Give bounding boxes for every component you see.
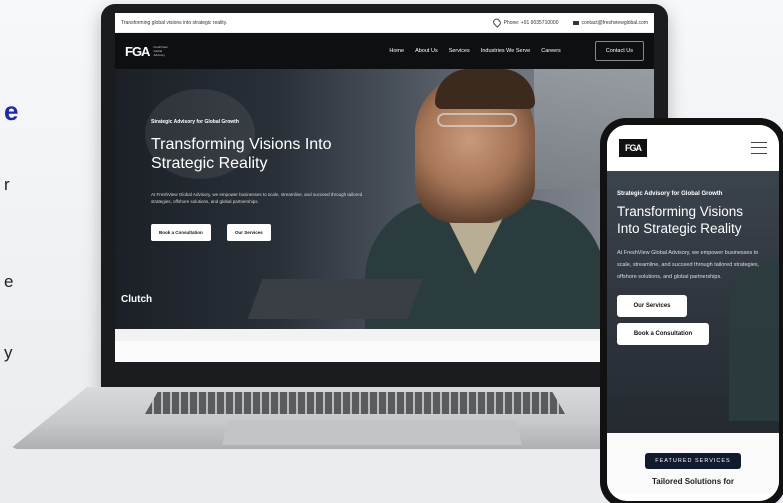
left-text-fragment: e — [4, 272, 14, 291]
mobile-hero: Strategic Advisory for Global Growth Tra… — [607, 171, 779, 433]
mockup-stage: e r e y Transforming global visions into… — [0, 0, 783, 503]
email-info[interactable]: contact@freshviewglobal.com — [572, 19, 649, 26]
nav-item-about-us[interactable]: About Us — [415, 48, 438, 54]
hero-title: Transforming Visions Into Strategic Real… — [151, 136, 332, 172]
laptop-keyboard — [145, 392, 565, 414]
left-heading-fragment: e — [4, 96, 19, 126]
featured-services-section: FEATURED SERVICES Tailored Solutions for — [607, 433, 779, 493]
topbar-tagline: Transforming global visions into strateg… — [121, 19, 228, 26]
mobile-navbar: FGA — [607, 125, 779, 171]
clutch-logo[interactable]: Clutch — [121, 294, 152, 305]
our-services-button[interactable]: Our Services — [227, 224, 271, 241]
site-logo[interactable]: FGA FreshView Global Advisory — [125, 44, 171, 59]
laptop-trackpad — [222, 420, 522, 445]
laptop-screen: Transforming global visions into strateg… — [115, 13, 654, 362]
hero-description: At FreshView Global Advisory, we empower… — [151, 192, 363, 204]
nav-menu: Home About Us Services Industries We Ser… — [389, 48, 560, 54]
hero-person-hair — [435, 69, 535, 109]
phone-icon — [491, 17, 502, 28]
phone-text: Phone: +91 9035710000 — [503, 19, 559, 26]
hero-eyebrow: Strategic Advisory for Global Growth — [151, 119, 239, 125]
mobile-hero-person — [729, 261, 779, 421]
nav-item-industries[interactable]: Industries We Serve — [481, 48, 530, 54]
contact-us-button[interactable]: Contact Us — [594, 41, 644, 61]
email-text: contact@freshviewglobal.com — [581, 19, 649, 26]
top-info-bar: Transforming global visions into strateg… — [115, 13, 654, 33]
hamburger-menu-icon[interactable] — [751, 142, 767, 154]
mail-icon — [572, 20, 579, 25]
logo-mark: FGA — [125, 43, 150, 59]
mobile-our-services-button[interactable]: Our Services — [617, 295, 687, 317]
page-lower-strip — [115, 341, 654, 362]
nav-item-home[interactable]: Home — [389, 48, 404, 54]
nav-item-careers[interactable]: Careers — [541, 48, 561, 54]
hero-laptop-image — [247, 279, 423, 319]
mobile-hero-description: At FreshView Global Advisory, we empower… — [617, 250, 760, 280]
logo-subtitle: FreshView Global Advisory — [153, 45, 168, 57]
nav-item-services[interactable]: Services — [449, 48, 470, 54]
mobile-logo[interactable]: FGA — [619, 139, 647, 157]
mobile-hero-eyebrow: Strategic Advisory for Global Growth — [617, 191, 723, 197]
mobile-hero-title: Transforming Visions Into Strategic Real… — [617, 204, 744, 236]
mobile-book-consultation-button[interactable]: Book a Consultation — [617, 323, 709, 345]
laptop-lid: Transforming global visions into strateg… — [101, 4, 668, 392]
book-consultation-button[interactable]: Book a Consultation — [151, 224, 211, 241]
featured-services-badge: FEATURED SERVICES — [645, 453, 741, 469]
section-title: Tailored Solutions for — [651, 477, 735, 486]
left-text-fragment: y — [4, 343, 13, 362]
phone-screen: FGA Strategic Advisory for Global Growth… — [607, 125, 779, 501]
phone-frame: FGA Strategic Advisory for Global Growth… — [600, 118, 783, 503]
main-navbar: FGA FreshView Global Advisory Home About… — [115, 33, 654, 69]
left-text-fragment: r — [4, 175, 10, 194]
hero-bottom-divider — [115, 329, 654, 341]
phone-info[interactable]: Phone: +91 9035710000 — [491, 17, 559, 28]
hero-section: Strategic Advisory for Global Growth Tra… — [115, 69, 654, 329]
hero-person-glasses — [437, 113, 517, 127]
